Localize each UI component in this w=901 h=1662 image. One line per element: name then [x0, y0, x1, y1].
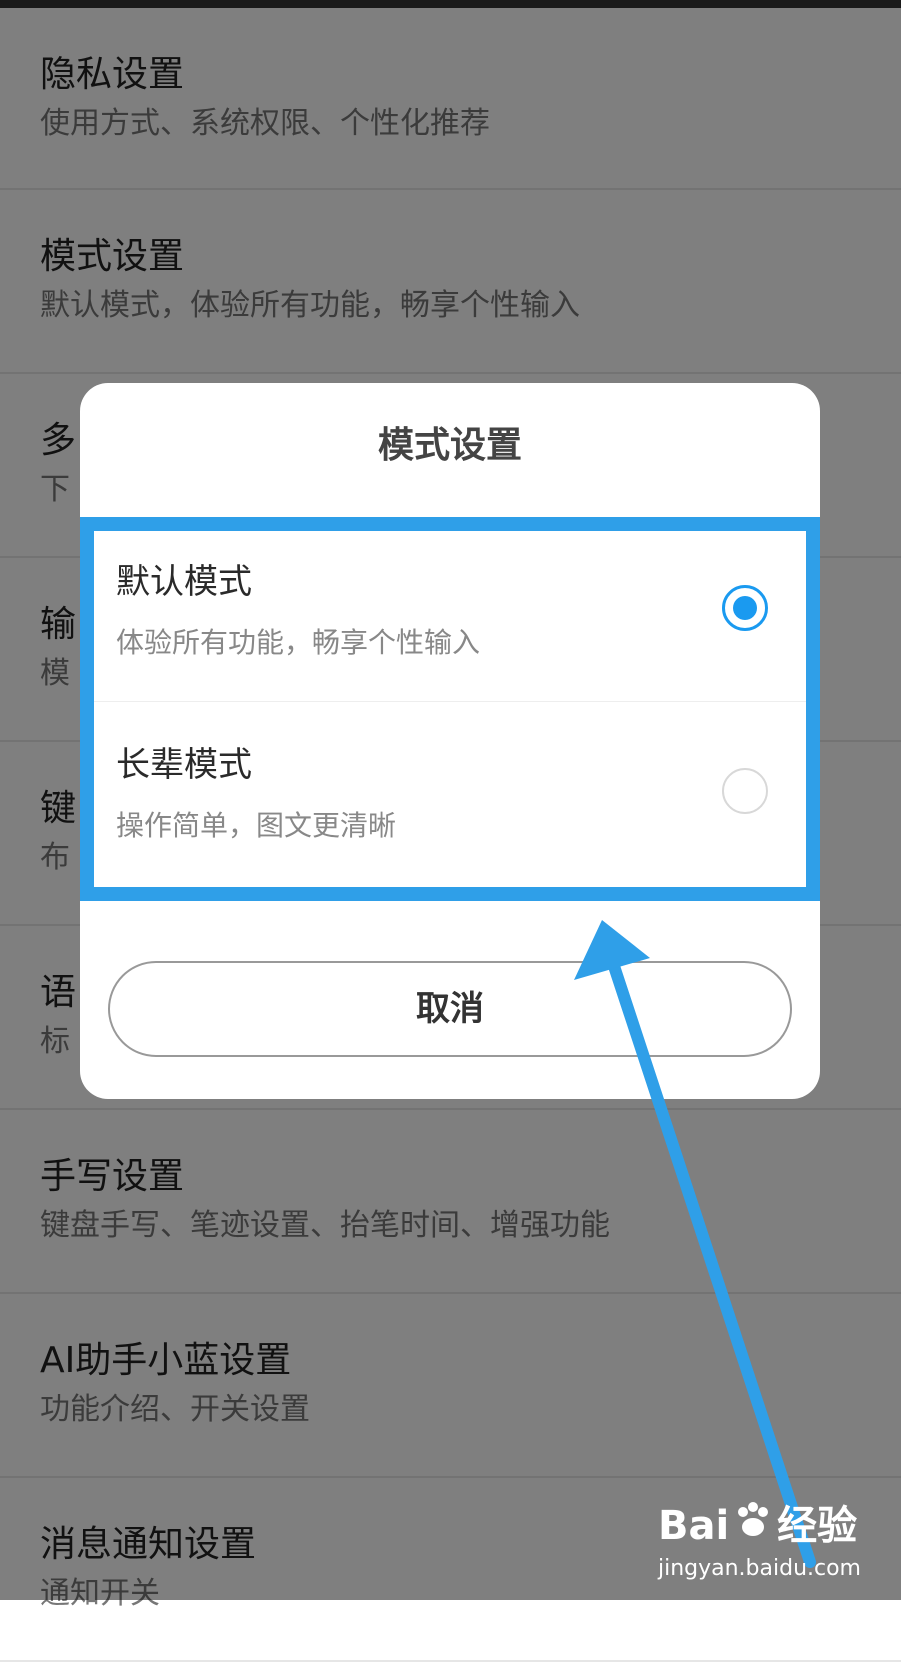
annotation-arrow-shaft: [606, 954, 816, 1568]
watermark-brand-left: Bai: [657, 1503, 730, 1549]
watermark: Bai 经验 jingyan.baidu.com: [658, 1500, 861, 1584]
status-bar: [0, 0, 901, 8]
paw-icon: [733, 1500, 773, 1552]
watermark-url: jingyan.baidu.com: [657, 1556, 861, 1581]
watermark-logo: Bai 经验: [658, 1500, 861, 1552]
annotation-arrow: [574, 920, 816, 1568]
watermark-brand-right: 经验: [777, 1503, 858, 1549]
